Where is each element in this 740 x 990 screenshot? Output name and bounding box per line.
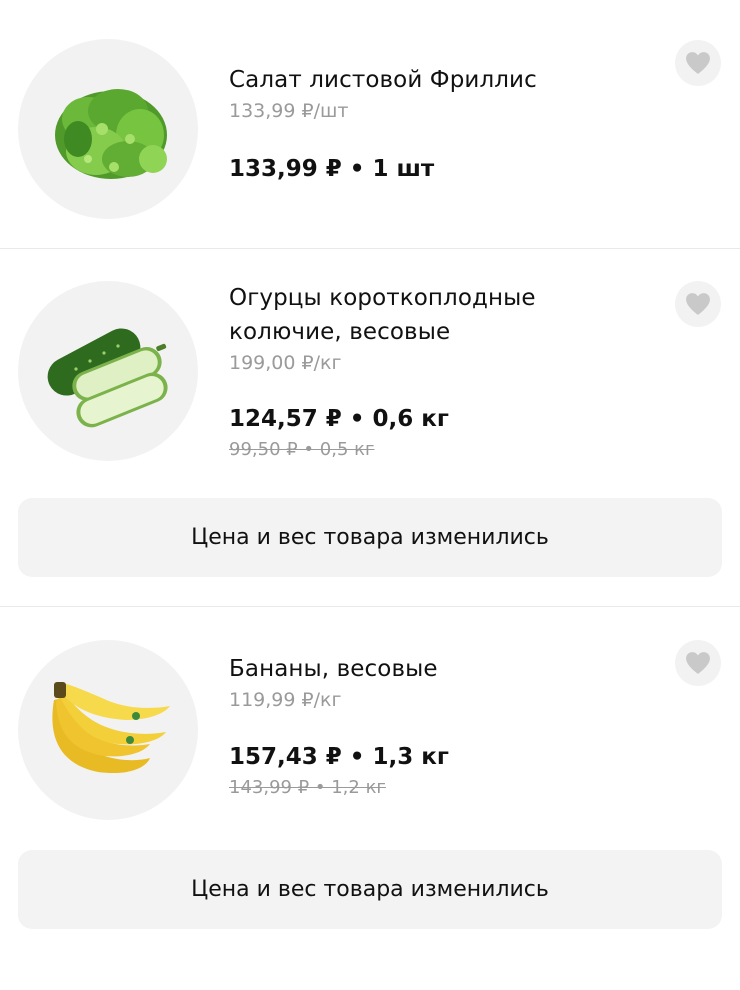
price-changed-notice[interactable]: Цена и вес товара изменились xyxy=(18,850,722,929)
heart-icon xyxy=(686,52,710,74)
lettuce-icon xyxy=(55,89,167,179)
unit-price: 133,99 ₽/шт xyxy=(229,100,349,122)
product-image[interactable] xyxy=(18,640,198,820)
product-name-line-1[interactable]: Огурцы короткоплодные xyxy=(229,281,669,315)
favorite-button[interactable] xyxy=(675,640,721,686)
favorite-button[interactable] xyxy=(675,281,721,327)
heart-icon xyxy=(686,293,710,315)
cart-item-lettuce[interactable]: Салат листовой Фриллис 133,99 ₽/шт 133,9… xyxy=(0,0,740,248)
old-total-price: 99,50 ₽ • 0,5 кг xyxy=(229,439,375,460)
product-name[interactable]: Бананы, весовые xyxy=(229,652,669,686)
product-name[interactable]: Салат листовой Фриллис xyxy=(229,63,669,97)
heart-icon xyxy=(686,652,710,674)
product-image[interactable] xyxy=(18,281,198,461)
favorite-button[interactable] xyxy=(675,40,721,86)
cart-item-bananas[interactable]: Бананы, весовые 119,99 ₽/кг 157,43 ₽ • 1… xyxy=(0,607,740,990)
cart-item-list: Салат листовой Фриллис 133,99 ₽/шт 133,9… xyxy=(0,0,740,990)
banana-icon xyxy=(52,682,170,774)
product-image[interactable] xyxy=(18,39,198,219)
cucumber-icon xyxy=(47,328,168,428)
price-changed-notice[interactable]: Цена и вес товара изменились xyxy=(18,498,722,577)
product-name-line-2[interactable]: колючие, весовые xyxy=(229,315,669,349)
unit-price: 119,99 ₽/кг xyxy=(229,689,342,711)
cart-item-cucumbers[interactable]: Огурцы короткоплодные колючие, весовые 1… xyxy=(0,249,740,606)
old-total-price: 143,99 ₽ • 1,2 кг xyxy=(229,777,386,798)
total-price: 124,57 ₽ • 0,6 кг xyxy=(229,406,449,432)
total-price: 133,99 ₽ • 1 шт xyxy=(229,156,435,182)
unit-price: 199,00 ₽/кг xyxy=(229,352,342,374)
total-price: 157,43 ₽ • 1,3 кг xyxy=(229,744,449,770)
